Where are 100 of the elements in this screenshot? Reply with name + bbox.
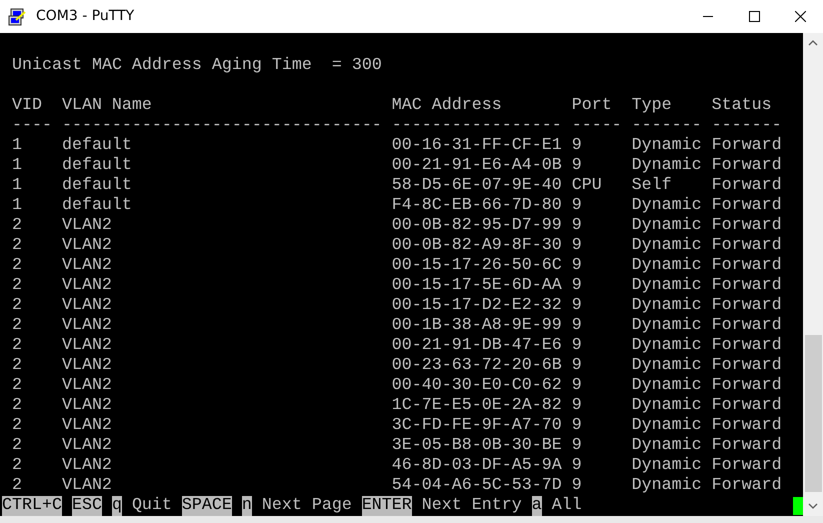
table-cell: Forward <box>712 136 782 155</box>
table-cell: default <box>62 176 132 195</box>
table-cell: 9 <box>572 296 582 315</box>
table-cell: Forward <box>712 176 782 195</box>
table-cell: 3E-05-B8-0B-30-BE <box>392 436 562 455</box>
table-cell: VLAN2 <box>62 376 112 395</box>
table-cell: 2 <box>12 376 22 395</box>
table-cell: 1 <box>12 136 22 155</box>
table-cell: 9 <box>572 436 582 455</box>
table-cell: 9 <box>572 396 582 415</box>
table-cell: 9 <box>572 256 582 275</box>
table-cell: 9 <box>572 136 582 155</box>
table-cell: Forward <box>712 236 782 255</box>
maximize-icon <box>748 11 760 22</box>
table-cell: 2 <box>12 476 22 495</box>
table-cell: Dynamic <box>632 476 702 495</box>
table-cell: 1 <box>12 196 22 215</box>
table-cell: VLAN2 <box>62 476 112 495</box>
table-cell: Forward <box>712 356 782 375</box>
table-cell: VLAN2 <box>62 336 112 355</box>
column-header: Port <box>572 96 612 115</box>
table-cell: 2 <box>12 436 22 455</box>
table-cell: Dynamic <box>632 416 702 435</box>
table-cell: VLAN2 <box>62 216 112 235</box>
table-cell: Dynamic <box>632 156 702 175</box>
table-cell: Dynamic <box>632 276 702 295</box>
table-cell: Dynamic <box>632 136 702 155</box>
key-action-label: Next Page <box>262 496 352 516</box>
table-cell: Dynamic <box>632 196 702 215</box>
aging-time-line: Unicast MAC Address Aging Time = 300 <box>12 56 382 76</box>
table-cell: Forward <box>712 456 782 475</box>
table-cell: Self <box>632 176 672 195</box>
scrollbar-thumb[interactable] <box>804 335 822 492</box>
key-hint: ENTER <box>362 496 412 516</box>
header-divider: ---- <box>12 116 52 135</box>
table-cell: 9 <box>572 196 582 215</box>
text-cursor <box>793 497 803 515</box>
key-hint: ESC <box>72 496 102 516</box>
table-cell: Dynamic <box>632 316 702 335</box>
table-cell: Dynamic <box>632 376 702 395</box>
key-action-label: Quit <box>132 496 172 516</box>
table-cell: Forward <box>712 476 782 495</box>
table-cell: 2 <box>12 296 22 315</box>
table-cell: VLAN2 <box>62 316 112 335</box>
table-cell: 00-16-31-FF-CF-E1 <box>392 136 562 155</box>
table-cell: 2 <box>12 396 22 415</box>
table-cell: 2 <box>12 416 22 435</box>
table-cell: 2 <box>12 236 22 255</box>
minimize-icon <box>703 16 713 17</box>
table-cell: VLAN2 <box>62 296 112 315</box>
table-cell: VLAN2 <box>62 436 112 455</box>
table-cell: 1C-7E-E5-0E-2A-82 <box>392 396 562 415</box>
table-cell: Forward <box>712 276 782 295</box>
table-cell: 58-D5-6E-07-9E-40 <box>392 176 562 195</box>
key-hint: SPACE <box>182 496 232 516</box>
table-cell: 54-04-A6-5C-53-7D <box>392 476 562 495</box>
table-cell: 9 <box>572 416 582 435</box>
table-cell: 2 <box>12 336 22 355</box>
table-cell: Forward <box>712 156 782 175</box>
table-cell: default <box>62 156 132 175</box>
table-cell: Forward <box>712 436 782 455</box>
table-cell: 1 <box>12 176 22 195</box>
table-cell: 2 <box>12 456 22 475</box>
key-hint: n <box>242 496 252 516</box>
table-cell: 9 <box>572 276 582 295</box>
table-cell: Dynamic <box>632 296 702 315</box>
table-cell: 9 <box>572 216 582 235</box>
table-cell: Forward <box>712 336 782 355</box>
table-cell: Dynamic <box>632 436 702 455</box>
table-cell: 00-21-91-E6-A4-0B <box>392 156 562 175</box>
header-divider: ----------------- <box>392 116 562 135</box>
key-action-label: All <box>552 496 582 516</box>
table-cell: 00-15-17-D2-E2-32 <box>392 296 562 315</box>
table-cell: Dynamic <box>632 216 702 235</box>
table-cell: 00-0B-82-95-D7-99 <box>392 216 562 235</box>
table-cell: VLAN2 <box>62 356 112 375</box>
key-hint: CTRL+C <box>2 496 62 516</box>
table-cell: 2 <box>12 216 22 235</box>
table-cell: Dynamic <box>632 236 702 255</box>
table-cell: Dynamic <box>632 396 702 415</box>
column-header: Type <box>632 96 672 115</box>
column-header: Status <box>712 96 772 115</box>
terminal-app-icon <box>8 8 28 26</box>
table-cell: Forward <box>712 316 782 335</box>
table-cell: Dynamic <box>632 356 702 375</box>
table-cell: 00-21-91-DB-47-E6 <box>392 336 562 355</box>
header-divider: ------- <box>712 116 782 135</box>
table-cell: 9 <box>572 456 582 475</box>
table-cell: VLAN2 <box>62 256 112 275</box>
table-cell: 9 <box>572 316 582 335</box>
table-cell: 9 <box>572 156 582 175</box>
key-hint: a <box>532 496 542 516</box>
table-cell: Dynamic <box>632 456 702 475</box>
table-cell: 9 <box>572 356 582 375</box>
table-cell: 00-15-17-26-50-6C <box>392 256 562 275</box>
table-cell: VLAN2 <box>62 396 112 415</box>
column-header: MAC Address <box>392 96 502 115</box>
table-cell: 46-8D-03-DF-A5-9A <box>392 456 562 475</box>
table-cell: 9 <box>572 476 582 495</box>
table-cell: 9 <box>572 236 582 255</box>
